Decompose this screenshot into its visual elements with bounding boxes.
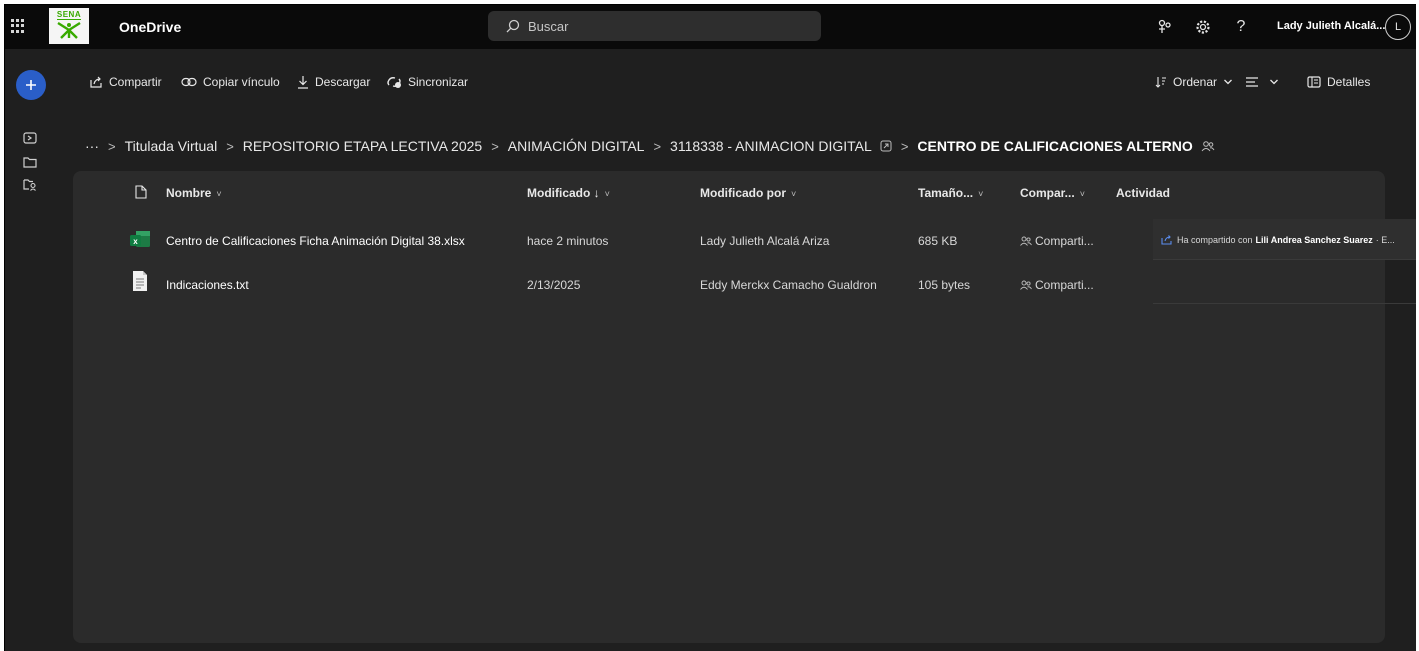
people-icon <box>1020 236 1032 246</box>
column-header-label: Tamaño... <box>918 186 974 200</box>
user-name[interactable]: Lady Julieth Alcalá... <box>1277 20 1385 32</box>
file-list-panel: Nombre ˅ Modificado ↓ ˅ Modificado por ˅ Ta… <box>73 171 1416 643</box>
help-icon[interactable]: ? <box>1231 17 1251 37</box>
search-placeholder: Buscar <box>528 18 569 34</box>
onedrive-window: SENA OneDrive Buscar ? Lady Julieth Alca… <box>4 4 1416 651</box>
svg-text:x: x <box>133 237 138 246</box>
file-modified-by[interactable]: Lady Julieth Alcalá Ariza <box>700 234 829 248</box>
breadcrumb-separator: > <box>900 138 909 154</box>
logo-text: SENA <box>56 10 82 20</box>
copy-link-label: Copiar vínculo <box>203 75 280 89</box>
activity-cell[interactable] <box>1153 263 1416 304</box>
file-size: 685 KB <box>918 234 958 248</box>
search-box[interactable]: Buscar <box>488 11 821 41</box>
sharing-label: Comparti... <box>1035 234 1094 248</box>
breadcrumb-separator: > <box>653 138 662 154</box>
chevron-down-icon: ˅ <box>791 189 797 199</box>
home-icon[interactable] <box>23 131 39 147</box>
top-bar: SENA OneDrive Buscar ? Lady Julieth Alca… <box>5 5 1416 49</box>
sync-button[interactable]: Sincronizar <box>386 72 468 92</box>
download-button[interactable]: Descargar <box>297 72 370 92</box>
plus-icon <box>26 80 36 90</box>
breadcrumb-current[interactable]: CENTRO DE CALIFICACIONES ALTERNO <box>917 138 1192 154</box>
share-icon <box>90 76 102 88</box>
sena-logo[interactable]: SENA <box>49 8 89 44</box>
column-header-label: Nombre <box>166 186 212 200</box>
breadcrumb-item[interactable]: 3118338 - ANIMACION DIGITAL <box>670 138 872 154</box>
chevron-down-icon: ˅ <box>1079 189 1085 199</box>
search-icon <box>506 19 520 33</box>
file-type-header-icon[interactable] <box>135 185 147 199</box>
activity-person[interactable]: Lili Andrea Sanchez Suarez <box>1256 235 1373 245</box>
column-header-label: Compar... <box>1020 186 1075 200</box>
copy-link-button[interactable]: Copiar vínculo <box>181 72 280 92</box>
activity-suffix: · E... <box>1375 234 1395 245</box>
shared-folder-icon[interactable] <box>23 178 39 194</box>
people-icon <box>1020 280 1032 290</box>
chevron-down-icon <box>1270 79 1278 85</box>
breadcrumb-overflow[interactable]: ··· <box>85 138 99 154</box>
column-header-label: Modificado por <box>700 186 786 200</box>
sharing-label: Comparti... <box>1035 278 1094 292</box>
file-name[interactable]: Indicaciones.txt <box>166 278 249 292</box>
details-label: Detalles <box>1327 75 1371 89</box>
details-pane-icon <box>1307 76 1321 88</box>
sync-label: Sincronizar <box>408 75 469 89</box>
folder-icon[interactable] <box>23 155 39 171</box>
sena-figure-icon <box>57 21 81 39</box>
download-icon <box>298 76 308 89</box>
excel-file-icon: x <box>129 228 151 252</box>
sort-icon <box>1155 77 1166 88</box>
column-header-label: Modificado ↓ <box>527 186 600 200</box>
column-header-sharing[interactable]: Compar... ˅ <box>1020 186 1085 200</box>
breadcrumb: ··· > Titulada Virtual > REPOSITORIO ETA… <box>85 135 1215 157</box>
share-button[interactable]: Compartir <box>89 72 162 92</box>
file-modified: hace 2 minutos <box>527 234 609 248</box>
text-file-icon <box>131 270 153 294</box>
create-new-button[interactable] <box>16 70 46 100</box>
sharing-status[interactable]: Comparti... <box>1020 234 1094 248</box>
chevron-down-icon: ˅ <box>604 189 610 199</box>
list-view-icon <box>1246 77 1258 87</box>
waffle-icon[interactable] <box>11 19 25 33</box>
activity-cell[interactable]: Ha compartido con Lili Andrea Sanchez Su… <box>1153 219 1416 260</box>
shortcut-icon <box>880 140 892 152</box>
table-row[interactable]: x Centro de Calificaciones Ficha Animaci… <box>113 219 1416 263</box>
breadcrumb-separator: > <box>226 138 234 154</box>
column-header-activity[interactable]: Actividad <box>1116 186 1170 200</box>
column-header-size[interactable]: Tamaño... ˅ <box>918 186 983 200</box>
sort-button[interactable]: Ordenar <box>1155 72 1239 92</box>
sharing-status[interactable]: Comparti... <box>1020 278 1094 292</box>
breadcrumb-separator: > <box>491 138 499 154</box>
app-title[interactable]: OneDrive <box>119 19 181 35</box>
table-row[interactable]: Indicaciones.txt 2/13/2025 Eddy Merckx C… <box>113 263 1416 307</box>
breadcrumb-separator: > <box>108 138 116 154</box>
gear-icon[interactable] <box>1193 17 1213 37</box>
share-label: Compartir <box>109 75 162 89</box>
column-header-modified-by[interactable]: Modificado por ˅ <box>700 186 796 200</box>
file-modified: 2/13/2025 <box>527 278 581 292</box>
file-name[interactable]: Centro de Calificaciones Ficha Animación… <box>166 234 465 248</box>
chevron-down-icon <box>1224 79 1232 85</box>
sort-label: Ordenar <box>1173 75 1218 89</box>
column-header-name[interactable]: Nombre ˅ <box>166 186 222 200</box>
activity-text: Ha compartido con <box>1177 234 1253 245</box>
file-size: 105 bytes <box>918 278 971 292</box>
column-header-modified[interactable]: Modificado ↓ ˅ <box>527 186 610 200</box>
details-button[interactable]: Detalles <box>1307 72 1370 92</box>
share-network-icon[interactable] <box>1155 17 1175 37</box>
file-modified-by[interactable]: Eddy Merckx Camacho Gualdron <box>700 278 877 292</box>
download-label: Descargar <box>315 75 371 89</box>
breadcrumb-item[interactable]: REPOSITORIO ETAPA LECTIVA 2025 <box>243 138 482 154</box>
view-options-button[interactable] <box>1245 72 1285 92</box>
chevron-down-icon: ˅ <box>978 189 984 199</box>
sync-icon <box>387 77 401 88</box>
shared-people-icon <box>1201 140 1215 152</box>
share-activity-icon <box>1161 235 1172 245</box>
avatar[interactable]: L <box>1385 14 1411 40</box>
breadcrumb-item[interactable]: ANIMACIÓN DIGITAL <box>508 138 645 154</box>
link-icon <box>181 77 197 87</box>
chevron-down-icon: ˅ <box>216 189 222 199</box>
breadcrumb-item[interactable]: Titulada Virtual <box>125 138 218 154</box>
